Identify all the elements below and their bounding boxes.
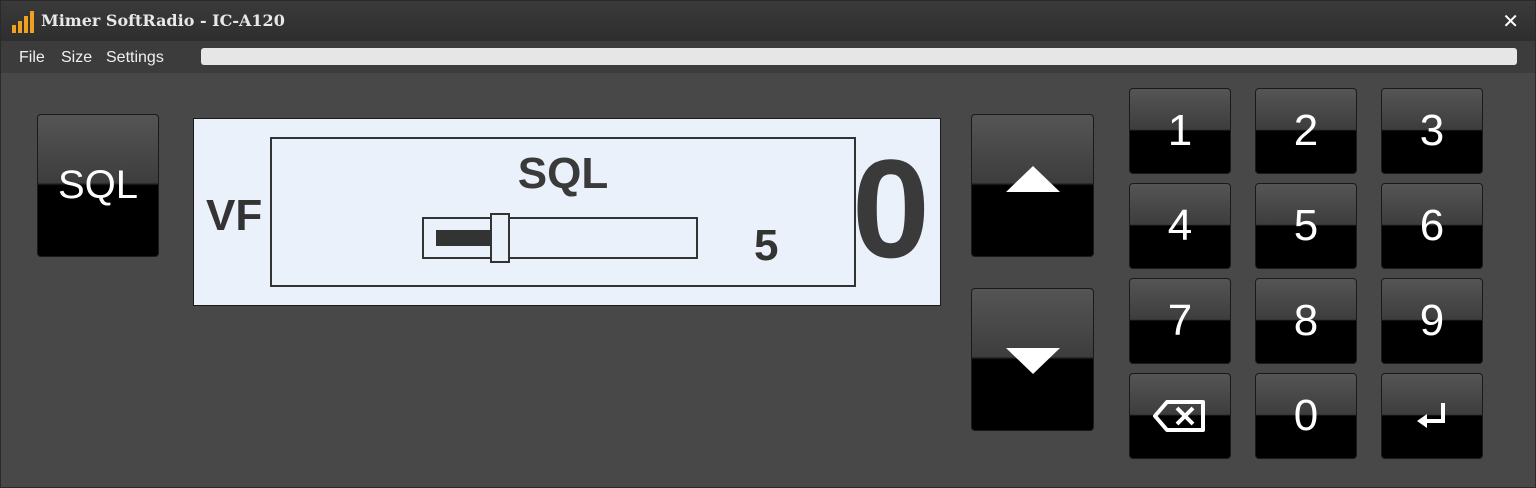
key-1[interactable]: 1 bbox=[1129, 88, 1231, 174]
key-label: 0 bbox=[1293, 391, 1319, 440]
app-window: Mimer SoftRadio - IC-A120 ✕ File Size Se… bbox=[0, 0, 1536, 488]
title-bar[interactable]: Mimer SoftRadio - IC-A120 ✕ bbox=[1, 1, 1535, 41]
popup-title: SQL bbox=[517, 149, 609, 198]
mode-text: VF bbox=[206, 191, 263, 240]
frequency-digit: 0 bbox=[852, 130, 930, 287]
key-0[interactable]: 0 bbox=[1255, 373, 1357, 459]
key-3[interactable]: 3 bbox=[1381, 88, 1483, 174]
key-label: 2 bbox=[1293, 106, 1319, 155]
radio-display: VF 0 SQL 5 bbox=[193, 118, 941, 306]
up-button[interactable] bbox=[971, 114, 1094, 257]
key-label: 6 bbox=[1419, 201, 1445, 250]
key-label: 9 bbox=[1419, 296, 1445, 345]
key-label: 4 bbox=[1167, 201, 1193, 250]
menu-settings[interactable]: Settings bbox=[106, 49, 164, 67]
key-7[interactable]: 7 bbox=[1129, 278, 1231, 364]
menu-size[interactable]: Size bbox=[61, 49, 92, 67]
window-title: Mimer SoftRadio - IC-A120 bbox=[41, 11, 285, 30]
triangle-up-icon bbox=[1005, 165, 1060, 192]
key-label: 1 bbox=[1167, 106, 1193, 155]
key-label: 8 bbox=[1293, 296, 1319, 345]
sql-level-value: 5 bbox=[754, 221, 779, 270]
backspace-icon bbox=[1153, 400, 1205, 432]
key-label: 3 bbox=[1419, 106, 1445, 155]
slider-fill bbox=[436, 230, 490, 246]
key-2[interactable]: 2 bbox=[1255, 88, 1357, 174]
key-8[interactable]: 8 bbox=[1255, 278, 1357, 364]
key-4[interactable]: 4 bbox=[1129, 183, 1231, 269]
sql-button[interactable]: SQL bbox=[37, 114, 159, 257]
sql-slider[interactable] bbox=[422, 213, 698, 263]
key-9[interactable]: 9 bbox=[1381, 278, 1483, 364]
down-button[interactable] bbox=[971, 288, 1094, 431]
signal-bars-icon bbox=[12, 11, 34, 33]
key-label: 7 bbox=[1167, 296, 1193, 345]
key-label: 5 bbox=[1293, 201, 1319, 250]
key-6[interactable]: 6 bbox=[1381, 183, 1483, 269]
key-enter[interactable] bbox=[1381, 373, 1483, 459]
enter-icon bbox=[1417, 403, 1445, 428]
key-5[interactable]: 5 bbox=[1255, 183, 1357, 269]
close-button[interactable]: ✕ bbox=[1502, 9, 1519, 33]
menu-file[interactable]: File bbox=[19, 49, 45, 67]
slider-thumb[interactable] bbox=[490, 213, 510, 263]
progress-bar bbox=[201, 48, 1517, 65]
triangle-down-icon bbox=[1005, 347, 1060, 374]
key-backspace[interactable] bbox=[1129, 373, 1231, 459]
sql-popup: SQL 5 bbox=[270, 137, 856, 287]
